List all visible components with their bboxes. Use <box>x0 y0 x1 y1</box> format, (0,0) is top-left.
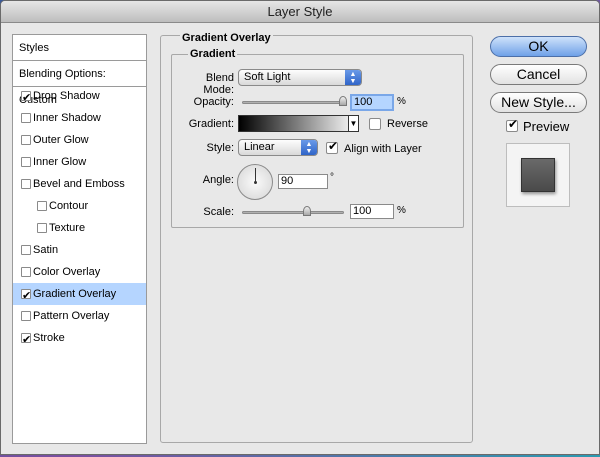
reverse-label: Reverse <box>387 118 428 130</box>
gradient-label: Gradient: <box>188 118 234 130</box>
style-item-satin[interactable]: Satin <box>13 239 146 261</box>
style-item-inner-glow[interactable]: Inner Glow <box>13 151 146 173</box>
style-item-checkbox[interactable] <box>21 311 31 321</box>
style-item-label: Outer Glow <box>33 134 89 146</box>
style-item-checkbox[interactable] <box>21 157 31 167</box>
styles-header[interactable]: Styles <box>13 35 146 61</box>
align-with-layer-checkbox[interactable] <box>326 139 338 154</box>
style-item-stroke[interactable]: Stroke <box>13 327 146 351</box>
opacity-slider-thumb[interactable] <box>339 96 347 106</box>
style-item-checkbox[interactable] <box>21 135 31 145</box>
style-item-label: Contour <box>49 200 89 212</box>
style-preview <box>506 143 570 207</box>
style-item-inner-shadow[interactable]: Inner Shadow <box>13 107 146 129</box>
scale-slider[interactable] <box>242 211 344 214</box>
reverse-checkbox[interactable] <box>369 118 381 130</box>
chevron-updown-icon: ▲ ▼ <box>345 70 361 85</box>
styles-list: Styles Blending Options: Custom Drop Sha… <box>12 34 147 444</box>
angle-label: Angle: <box>202 174 234 186</box>
style-item-contour[interactable]: Contour <box>13 195 146 217</box>
style-item-checkbox[interactable] <box>21 113 31 123</box>
angle-unit: ° <box>330 172 334 183</box>
gradient-preview[interactable] <box>238 115 358 132</box>
style-item-label: Inner Shadow <box>33 112 101 124</box>
cancel-button[interactable]: Cancel <box>490 64 587 85</box>
scale-label: Scale: <box>203 206 234 218</box>
style-item-color-overlay[interactable]: Color Overlay <box>13 261 146 283</box>
ok-button[interactable]: OK <box>490 36 587 57</box>
style-item-checkbox[interactable] <box>21 245 31 255</box>
opacity-label: Opacity: <box>193 96 234 108</box>
style-select[interactable]: Linear ▲ ▼ <box>238 139 318 156</box>
angle-dial[interactable] <box>237 164 273 200</box>
window-title: Layer Style <box>267 4 333 19</box>
opacity-unit: % <box>397 96 406 107</box>
style-item-checkbox[interactable] <box>37 223 47 233</box>
blend-mode-select[interactable]: Soft Light ▲ ▼ <box>238 69 362 86</box>
opacity-slider[interactable] <box>242 101 344 104</box>
style-item-gradient-overlay[interactable]: Gradient Overlay <box>13 283 146 307</box>
style-item-bevel-and-emboss[interactable]: Bevel and Emboss <box>13 173 146 195</box>
style-item-drop-shadow[interactable]: Drop Shadow <box>13 85 146 109</box>
styles-header-label: Styles <box>19 42 49 54</box>
style-item-checkbox[interactable] <box>21 329 31 351</box>
style-item-outer-glow[interactable]: Outer Glow <box>13 129 146 151</box>
style-label: Style: <box>206 142 234 154</box>
style-item-label: Inner Glow <box>33 156 87 168</box>
style-item-pattern-overlay[interactable]: Pattern Overlay <box>13 305 146 327</box>
style-value: Linear <box>244 141 275 153</box>
new-style-button[interactable]: New Style... <box>490 92 587 113</box>
title-bar[interactable]: Layer Style <box>1 1 599 23</box>
style-item-label: Texture <box>49 222 86 234</box>
style-item-label: Bevel and Emboss <box>33 178 125 190</box>
align-with-layer-label: Align with Layer <box>344 143 422 155</box>
style-item-label: Gradient Overlay <box>33 288 117 300</box>
style-item-label: Satin <box>33 244 59 256</box>
preview-swatch <box>521 158 555 192</box>
style-item-checkbox[interactable] <box>37 201 47 211</box>
style-item-texture[interactable]: Texture <box>13 217 146 239</box>
blend-mode-label: Blend Mode: <box>203 72 234 96</box>
style-item-checkbox[interactable] <box>21 285 31 307</box>
blending-options-item[interactable]: Blending Options: Custom <box>13 61 146 106</box>
angle-input[interactable]: 90 <box>278 174 328 189</box>
style-item-label: Stroke <box>33 332 65 344</box>
blend-mode-value: Soft Light <box>244 71 291 83</box>
chevron-down-icon[interactable]: ▼ <box>348 115 359 132</box>
scale-unit: % <box>397 205 406 216</box>
style-item-checkbox[interactable] <box>21 87 31 109</box>
style-item-label: Drop Shadow <box>33 90 100 102</box>
style-item-checkbox[interactable] <box>21 267 31 277</box>
angle-center <box>254 181 257 184</box>
chevron-updown-icon: ▲ ▼ <box>301 140 317 155</box>
section-title: Gradient <box>188 48 238 60</box>
scale-slider-thumb[interactable] <box>303 206 312 216</box>
style-item-label: Pattern Overlay <box>33 310 110 322</box>
style-item-label: Color Overlay <box>33 266 101 278</box>
style-item-checkbox[interactable] <box>21 179 31 189</box>
preview-checkbox[interactable] <box>506 117 518 132</box>
group-title: Gradient Overlay <box>180 32 273 44</box>
preview-label: Preview <box>523 119 570 134</box>
scale-input[interactable]: 100 <box>350 204 394 219</box>
opacity-input[interactable]: 100 <box>350 94 394 111</box>
